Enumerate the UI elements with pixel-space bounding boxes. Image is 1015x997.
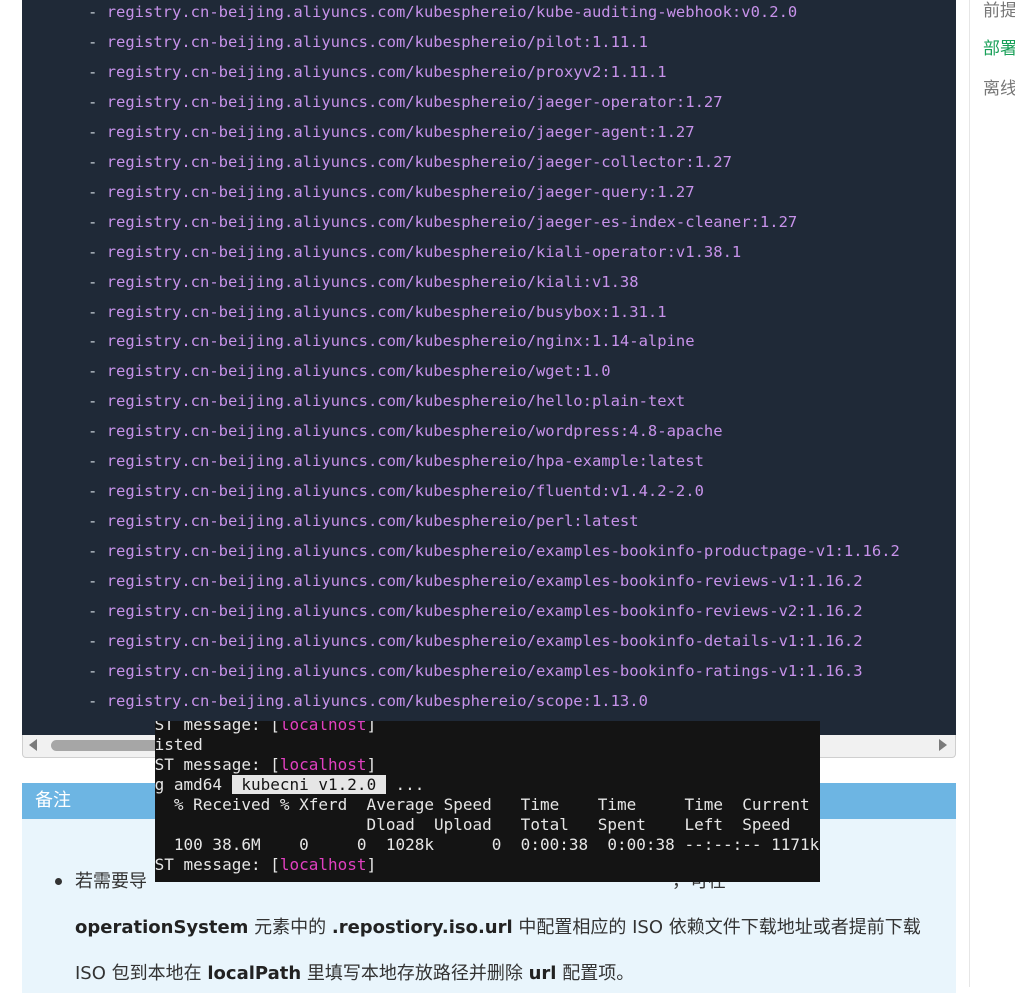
image-url: registry.cn-beijing.aliyuncs.com/kubesph… [106,362,611,381]
terminal-line: EST message: [localhost] [155,855,377,874]
keyword-url: url [528,963,557,984]
keyword-operationsystem: operationSystem [75,917,249,938]
code-line: - registry.cn-beijing.aliyuncs.com/kubes… [88,92,723,111]
terminal-overlay: EST message: [localhost] xisted EST mess… [155,721,820,882]
image-url: registry.cn-beijing.aliyuncs.com/kubesph… [106,122,695,141]
image-url: registry.cn-beijing.aliyuncs.com/kubesph… [106,422,723,441]
note-title: 备注 [35,790,71,811]
toc-item-prerequisites[interactable]: 前提 [983,0,1015,22]
code-line: - registry.cn-beijing.aliyuncs.com/kubes… [88,362,611,381]
scroll-right-arrow-icon[interactable] [939,739,947,751]
image-url: registry.cn-beijing.aliyuncs.com/kubesph… [106,242,742,261]
image-url: registry.cn-beijing.aliyuncs.com/kubesph… [106,691,648,710]
image-url: registry.cn-beijing.aliyuncs.com/kubesph… [106,272,639,291]
image-url: registry.cn-beijing.aliyuncs.com/kubesph… [106,3,798,21]
terminal-line: EST message: [localhost] [155,721,377,734]
image-url: registry.cn-beijing.aliyuncs.com/kubesph… [106,302,667,321]
code-line: - registry.cn-beijing.aliyuncs.com/kubes… [88,512,639,531]
bullet-icon [55,878,62,885]
code-line: - registry.cn-beijing.aliyuncs.com/kubes… [88,302,667,321]
image-url: registry.cn-beijing.aliyuncs.com/kubesph… [106,542,900,561]
code-line: - registry.cn-beijing.aliyuncs.com/kubes… [88,212,798,231]
image-url: registry.cn-beijing.aliyuncs.com/kubesph… [106,392,686,411]
image-url: registry.cn-beijing.aliyuncs.com/kubesph… [106,92,723,111]
terminal-line: 100 38.6M 0 0 1028k 0 0:00:38 0:00:38 --… [155,835,820,854]
code-line: - registry.cn-beijing.aliyuncs.com/kubes… [88,32,648,51]
highlighted-package: kubecni v1.2.0 [231,775,386,794]
code-block: - registry.cn-beijing.aliyuncs.com/kubes… [22,0,956,735]
toc-item-offline[interactable]: 离线 [983,78,1015,100]
code-line: - registry.cn-beijing.aliyuncs.com/kubes… [88,572,863,591]
keyword-iso-url: .repostiory.iso.url [331,917,513,938]
scroll-left-arrow-icon[interactable] [29,739,37,751]
terminal-line: % Received % Xferd Average Speed Time Ti… [155,795,810,814]
image-url: registry.cn-beijing.aliyuncs.com/kubesph… [106,512,639,531]
image-url: registry.cn-beijing.aliyuncs.com/kubesph… [106,661,863,680]
code-line: - registry.cn-beijing.aliyuncs.com/kubes… [88,182,695,201]
image-url: registry.cn-beijing.aliyuncs.com/kubesph… [106,602,863,620]
code-line: - registry.cn-beijing.aliyuncs.com/kubes… [88,332,695,351]
image-url: registry.cn-beijing.aliyuncs.com/kubesph… [106,62,667,81]
code-line: - registry.cn-beijing.aliyuncs.com/kubes… [88,272,639,291]
toc-item-deploy[interactable]: 部署 [983,38,1015,60]
image-url: registry.cn-beijing.aliyuncs.com/kubesph… [106,631,863,650]
image-url: registry.cn-beijing.aliyuncs.com/kubesph… [106,182,695,201]
code-line: - registry.cn-beijing.aliyuncs.com/kubes… [88,3,798,21]
code-line: - registry.cn-beijing.aliyuncs.com/kubes… [88,482,704,501]
image-url: registry.cn-beijing.aliyuncs.com/kubesph… [106,32,648,51]
code-line: - registry.cn-beijing.aliyuncs.com/kubes… [88,242,742,261]
image-url: registry.cn-beijing.aliyuncs.com/kubesph… [106,212,798,231]
toc-sidebar: 前提 部署 离线 [969,0,1015,987]
image-url: registry.cn-beijing.aliyuncs.com/kubesph… [106,572,863,591]
code-line: - registry.cn-beijing.aliyuncs.com/kubes… [88,452,704,471]
code-line: - registry.cn-beijing.aliyuncs.com/kubes… [88,392,686,411]
code-line: - registry.cn-beijing.aliyuncs.com/kubes… [88,62,667,81]
code-line: - registry.cn-beijing.aliyuncs.com/kubes… [88,542,900,561]
terminal-line: Dload Upload Total Spent Left Speed [155,815,791,834]
terminal-line: EST message: [localhost] [155,755,377,774]
image-url: registry.cn-beijing.aliyuncs.com/kubesph… [106,152,732,171]
code-line: - registry.cn-beijing.aliyuncs.com/kubes… [88,631,863,650]
terminal-line: xisted [155,735,203,754]
terminal-line: ng amd64 kubecni v1.2.0 ... [155,775,425,794]
image-url: registry.cn-beijing.aliyuncs.com/kubesph… [106,332,695,351]
code-line: - registry.cn-beijing.aliyuncs.com/kubes… [88,661,863,680]
keyword-localpath: localPath [207,963,302,984]
image-url: registry.cn-beijing.aliyuncs.com/kubesph… [106,452,704,471]
code-line: - registry.cn-beijing.aliyuncs.com/kubes… [88,152,732,171]
image-url: registry.cn-beijing.aliyuncs.com/kubesph… [106,482,704,501]
code-line: - registry.cn-beijing.aliyuncs.com/kubes… [88,122,695,141]
code-line: - registry.cn-beijing.aliyuncs.com/kubes… [88,422,723,441]
code-line: - registry.cn-beijing.aliyuncs.com/kubes… [88,602,863,620]
code-line: - registry.cn-beijing.aliyuncs.com/kubes… [88,691,648,710]
